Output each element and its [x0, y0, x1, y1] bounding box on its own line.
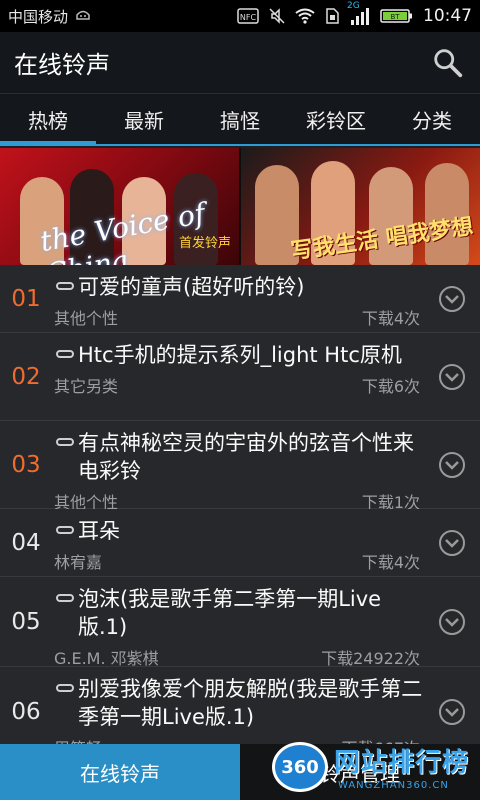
expand-button[interactable] — [424, 509, 480, 576]
clock: 10:47 — [423, 6, 472, 26]
download-count: 下载4次 — [361, 309, 420, 328]
expand-button[interactable] — [424, 333, 480, 420]
item-body: 泡沫(我是歌手第二季第一期Live版.1) G.E.M. 邓紫棋 下载24922次 — [52, 577, 424, 669]
item-body: 有点神秘空灵的宇宙外的弦音个性来电彩铃 其他个性 下载1次 — [52, 421, 424, 512]
rank-number: 06 — [11, 698, 41, 725]
tab-crbt[interactable]: 彩铃区 — [288, 94, 384, 144]
ringtone-pill-icon — [56, 594, 74, 602]
rank-number: 01 — [11, 285, 41, 312]
ringtone-pill-icon — [56, 684, 74, 692]
list-item[interactable]: 03 有点神秘空灵的宇宙外的弦音个性来电彩铃 其他个性 下载1次 — [0, 421, 480, 512]
carrier-group: 中国移动 — [8, 6, 92, 27]
search-button[interactable] — [430, 45, 466, 81]
app-header: 在线铃声 — [0, 32, 480, 94]
item-meta: G.E.M. 邓紫棋 下载24922次 — [54, 645, 424, 669]
list-item[interactable]: 01 可爱的童声(超好听的铃) 其他个性 下载4次 — [0, 265, 480, 333]
rank-number: 03 — [11, 451, 41, 478]
ringtone-list: 01 可爱的童声(超好听的铃) 其他个性 下载4次 02 Htc手机的提示系列_l… — [0, 265, 480, 745]
expand-button[interactable] — [424, 265, 480, 332]
item-body: 可爱的童声(超好听的铃) 其他个性 下载4次 — [52, 265, 424, 332]
item-meta: 其它另类 下载6次 — [54, 373, 424, 397]
list-item[interactable]: 02 Htc手机的提示系列_light Htc原机 其它另类 下载6次 — [0, 333, 480, 421]
ringtone-name: 耳朵 — [54, 517, 424, 545]
banner-tag: 首发铃声 — [178, 236, 231, 251]
ringtone-name: Htc手机的提示系列_light Htc原机 — [54, 341, 424, 369]
ringtone-name: 有点神秘空灵的宇宙外的弦音个性来电彩铃 — [54, 429, 424, 485]
nfc-icon: NFC — [237, 8, 259, 24]
rank-number: 05 — [11, 608, 41, 635]
item-meta: 林宥嘉 下载4次 — [54, 549, 424, 573]
download-count: 下载4次 — [361, 553, 420, 572]
ringtone-pill-icon — [56, 282, 74, 290]
tab-latest[interactable]: 最新 — [96, 94, 192, 144]
sim-icon — [326, 8, 339, 24]
bottom-nav: 在线铃声 铃声管理 — [0, 744, 480, 800]
banner-voice-of-china[interactable]: the Voice of China 首发铃声 — [0, 148, 239, 265]
page-title: 在线铃声 — [14, 51, 110, 79]
expand-button[interactable] — [424, 577, 480, 666]
signal-icon: 2G — [347, 1, 371, 27]
online-ringtones-button[interactable]: 在线铃声 — [0, 744, 240, 800]
chevron-down-icon — [439, 529, 465, 556]
ringtone-name: 可爱的童声(超好听的铃) — [54, 273, 424, 301]
list-item[interactable]: 06 别爱我像爱个朋友解脱(我是歌手第二季第一期Live版.1) 周笔畅下载66… — [0, 667, 480, 745]
expand-button[interactable] — [424, 421, 480, 508]
item-meta: 其他个性 下载4次 — [54, 305, 424, 329]
ringtone-category: G.E.M. 邓紫棋 — [54, 649, 159, 668]
ringtone-category: 林宥嘉 — [54, 553, 103, 572]
status-bar: 中国移动 NFC 2G BT 10:47 — [0, 0, 480, 32]
chevron-down-icon — [439, 698, 465, 725]
rank-number: 04 — [11, 529, 41, 556]
ringtone-category: 其它另类 — [54, 377, 119, 396]
ringtone-pill-icon — [56, 438, 74, 446]
item-body: 别爱我像爱个朋友解脱(我是歌手第二季第一期Live版.1) 周笔畅下载667次 — [52, 667, 424, 745]
tab-bar: 热榜 最新 搞怪 彩铃区 分类 — [0, 94, 480, 146]
expand-button[interactable] — [424, 667, 480, 745]
banner-strip: the Voice of China 首发铃声 写我生活 唱我梦想 — [0, 148, 480, 265]
tab-category[interactable]: 分类 — [384, 94, 480, 144]
mute-icon — [269, 8, 285, 24]
tab-funny[interactable]: 搞怪 — [192, 94, 288, 144]
download-count: 下载6次 — [361, 377, 420, 396]
ringtone-pill-icon — [56, 350, 74, 358]
ringtone-manage-button[interactable]: 铃声管理 — [240, 744, 480, 800]
ringtone-name: 别爱我像爱个朋友解脱(我是歌手第二季第一期Live版.1) — [54, 675, 424, 731]
chevron-down-icon — [439, 363, 465, 390]
search-icon — [434, 48, 463, 77]
svg-text:NFC: NFC — [240, 13, 257, 22]
rank-number: 02 — [11, 363, 41, 390]
ringtone-pill-icon — [56, 526, 74, 534]
chevron-down-icon — [439, 285, 465, 312]
banner-sing-my-song[interactable]: 写我生活 唱我梦想 — [241, 148, 480, 265]
android-icon — [76, 10, 90, 20]
battery-icon: BT — [380, 9, 412, 23]
wifi-icon — [295, 8, 315, 24]
ringtone-category: 其他个性 — [54, 309, 119, 328]
chevron-down-icon — [439, 451, 465, 478]
item-body: Htc手机的提示系列_light Htc原机 其它另类 下载6次 — [52, 333, 424, 420]
svg-text:BT: BT — [390, 13, 400, 21]
status-icons: NFC 2G BT 10:47 — [237, 1, 472, 27]
tab-hot[interactable]: 热榜 — [0, 94, 96, 146]
network-badge: 2G — [347, 1, 360, 11]
chevron-down-icon — [439, 608, 465, 635]
download-count: 下载24922次 — [321, 649, 420, 668]
list-item[interactable]: 04 耳朵 林宥嘉 下载4次 — [0, 509, 480, 577]
list-item[interactable]: 05 泡沫(我是歌手第二季第一期Live版.1) G.E.M. 邓紫棋 下载249… — [0, 577, 480, 669]
item-body: 耳朵 林宥嘉 下载4次 — [52, 509, 424, 576]
carrier-name: 中国移动 — [8, 7, 69, 26]
ringtone-name: 泡沫(我是歌手第二季第一期Live版.1) — [54, 585, 424, 641]
